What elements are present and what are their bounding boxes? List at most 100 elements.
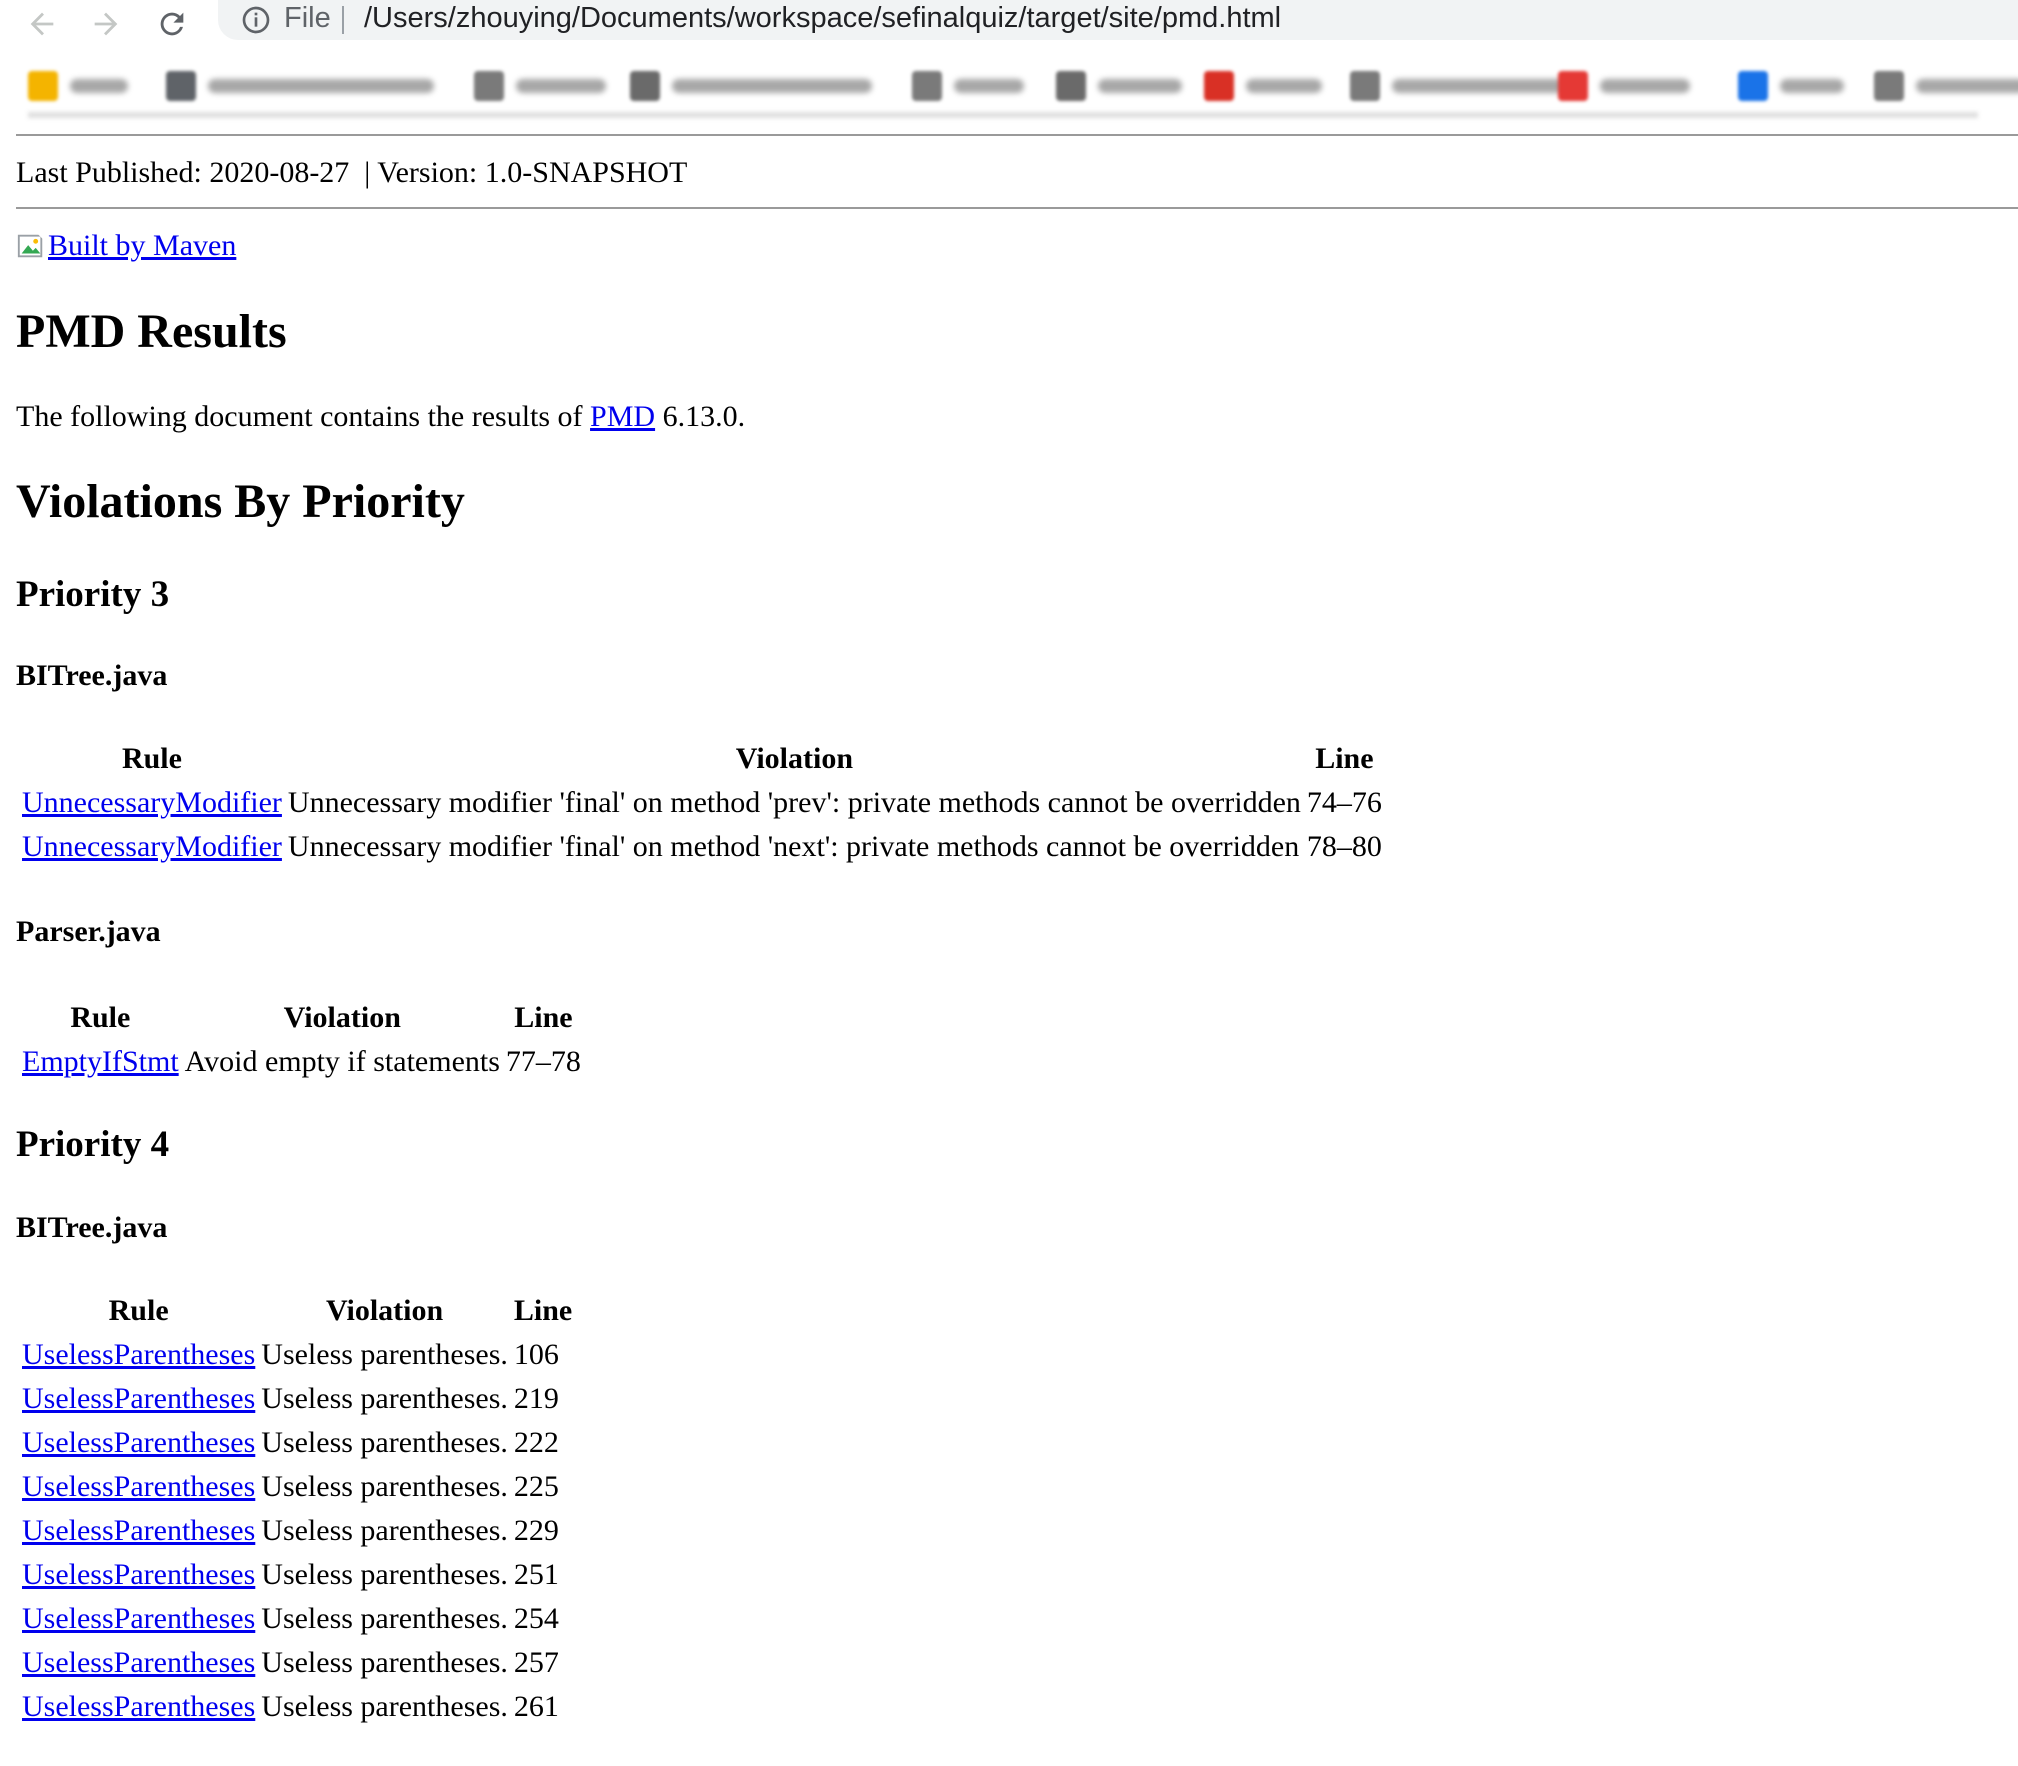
- table-row: UselessParentheses Useless parentheses. 21…: [22, 1378, 572, 1420]
- violations-table-bitree-p3: Rule Violation Line UnnecessaryModifier …: [16, 736, 1388, 870]
- line-cell: 78–80: [1306, 830, 1382, 863]
- violation-column-header: Violation: [735, 742, 854, 775]
- violation-column-header: Violation: [283, 1001, 401, 1034]
- bookmark-favicon-icon: [912, 71, 942, 101]
- rule-link[interactable]: UnnecessaryModifier: [22, 830, 282, 863]
- top-divider: [16, 134, 2018, 136]
- rule-link[interactable]: UselessParentheses: [22, 1426, 255, 1459]
- table-row: UselessParentheses Useless parentheses. 22…: [22, 1466, 572, 1508]
- bookmark-favicon-icon: [1558, 71, 1588, 101]
- forward-button[interactable]: [86, 4, 126, 44]
- bookmark-item[interactable]: [1056, 70, 1182, 102]
- bookmark-favicon-icon: [1350, 71, 1380, 101]
- broken-image-icon: [17, 232, 45, 258]
- line-cell: 229: [513, 1514, 559, 1547]
- line-cell: 106: [513, 1338, 559, 1371]
- violation-cell: Useless parentheses.: [261, 1690, 508, 1723]
- intro-text: The following document contains the resu…: [16, 400, 591, 433]
- bookmark-item[interactable]: [1350, 70, 1568, 102]
- bookmark-item[interactable]: [1738, 70, 1844, 102]
- violation-cell: Useless parentheses.: [261, 1602, 508, 1635]
- rule-link[interactable]: UselessParentheses: [22, 1690, 255, 1723]
- bookmark-favicon-icon: [1738, 71, 1768, 101]
- violations-table-parser-p3: Rule Violation Line EmptyIfStmt Avoid em…: [16, 995, 587, 1085]
- bookmark-item[interactable]: [630, 70, 872, 102]
- bookmark-item[interactable]: [166, 70, 434, 102]
- url-scheme-label: File: [284, 2, 331, 34]
- omnibox-divider: [342, 6, 344, 34]
- url-text[interactable]: /Users/zhouying/Documents/workspace/sefi…: [364, 2, 1281, 35]
- table-row: UselessParentheses Useless parentheses. 26…: [22, 1686, 572, 1728]
- bookmark-item[interactable]: [28, 70, 128, 102]
- rule-link[interactable]: UselessParentheses: [22, 1382, 255, 1415]
- arrow-right-icon: [94, 12, 118, 36]
- rule-link[interactable]: UselessParentheses: [22, 1646, 255, 1679]
- violation-cell: Useless parentheses.: [261, 1338, 508, 1371]
- priority-4-heading: Priority 4: [16, 1124, 170, 1165]
- rule-link[interactable]: UselessParentheses: [22, 1514, 255, 1547]
- bookmark-item[interactable]: [1874, 70, 2018, 102]
- bookmark-item[interactable]: [912, 70, 1024, 102]
- violation-cell: Unnecessary modifier 'final' on method '…: [287, 786, 1301, 819]
- info-icon[interactable]: [240, 4, 272, 36]
- line-cell: 74–76: [1306, 786, 1382, 819]
- bookmark-item[interactable]: [474, 70, 606, 102]
- table-row: UselessParentheses Useless parentheses. 22…: [22, 1422, 572, 1464]
- rule-link[interactable]: UnnecessaryModifier: [22, 786, 282, 819]
- line-cell: 261: [513, 1690, 559, 1723]
- violation-cell: Avoid empty if statements: [184, 1045, 500, 1078]
- bookmark-favicon-icon: [166, 71, 196, 101]
- table-row: UselessParentheses Useless parentheses. 25…: [22, 1598, 572, 1640]
- table-row: EmptyIfStmt Avoid empty if statements 77…: [22, 1041, 581, 1083]
- priority-3-heading: Priority 3: [16, 574, 170, 615]
- file-heading-bitree-p3: BITree.java: [16, 659, 168, 692]
- faint-page-remnant: [28, 112, 1978, 118]
- table-row: UselessParentheses Useless parentheses. 22…: [22, 1510, 572, 1552]
- table-row: UnnecessaryModifier Unnecessary modifier…: [22, 782, 1382, 824]
- line-cell: 77–78: [505, 1045, 581, 1078]
- file-heading-bitree-p4: BITree.java: [16, 1211, 168, 1244]
- rule-column-header: Rule: [108, 1294, 169, 1327]
- line-cell: 254: [513, 1602, 559, 1635]
- rule-link[interactable]: UselessParentheses: [22, 1470, 255, 1503]
- table-row: UselessParentheses Useless parentheses. 10…: [22, 1334, 572, 1376]
- page-title: PMD Results: [16, 305, 287, 358]
- rule-link[interactable]: UselessParentheses: [22, 1338, 255, 1371]
- violation-cell: Useless parentheses.: [261, 1514, 508, 1547]
- line-cell: 251: [513, 1558, 559, 1591]
- bookmark-item[interactable]: [1558, 70, 1690, 102]
- violations-table-bitree-p4: Rule Violation Line UselessParentheses Us…: [16, 1288, 578, 1730]
- table-row: UnnecessaryModifier Unnecessary modifier…: [22, 826, 1382, 868]
- bookmark-favicon-icon: [474, 71, 504, 101]
- intro-paragraph: The following document contains the resu…: [16, 400, 745, 434]
- violation-cell: Useless parentheses.: [261, 1382, 508, 1415]
- meta-divider: [16, 207, 2018, 209]
- bookmark-favicon-icon: [1056, 71, 1086, 101]
- address-bar[interactable]: File /Users/zhouying/Documents/workspace…: [218, 0, 2018, 40]
- browser-toolbar: File /Users/zhouying/Documents/workspace…: [0, 0, 2018, 48]
- violations-by-priority-heading: Violations By Priority: [16, 475, 465, 528]
- arrow-left-icon: [30, 12, 54, 36]
- rule-link[interactable]: EmptyIfStmt: [22, 1045, 179, 1078]
- violation-cell: Useless parentheses.: [261, 1558, 508, 1591]
- violation-column-header: Violation: [325, 1294, 444, 1327]
- line-column-header: Line: [514, 1001, 573, 1034]
- pmd-link[interactable]: PMD: [590, 400, 655, 433]
- rule-column-header: Rule: [70, 1001, 131, 1034]
- line-cell: 219: [513, 1382, 559, 1415]
- file-heading-parser-p3: Parser.java: [16, 915, 161, 948]
- table-row: UselessParentheses Useless parentheses. 25…: [22, 1642, 572, 1684]
- rule-link[interactable]: UselessParentheses: [22, 1558, 255, 1591]
- line-cell: 257: [513, 1646, 559, 1679]
- back-button[interactable]: [22, 4, 62, 44]
- reload-icon: [160, 12, 184, 36]
- reload-button[interactable]: [152, 4, 192, 44]
- table-row: UselessParentheses Useless parentheses. 25…: [22, 1554, 572, 1596]
- last-published-bar: Last Published: 2020-08-27 | Version: 1.…: [16, 156, 688, 189]
- bookmark-item[interactable]: [1204, 70, 1322, 102]
- bookmarks-bar: [0, 56, 2018, 116]
- built-by-maven-text: Built by Maven: [48, 229, 237, 262]
- bookmark-favicon-icon: [1204, 71, 1234, 101]
- rule-link[interactable]: UselessParentheses: [22, 1602, 255, 1635]
- built-by-maven-link[interactable]: Built by Maven: [16, 229, 236, 263]
